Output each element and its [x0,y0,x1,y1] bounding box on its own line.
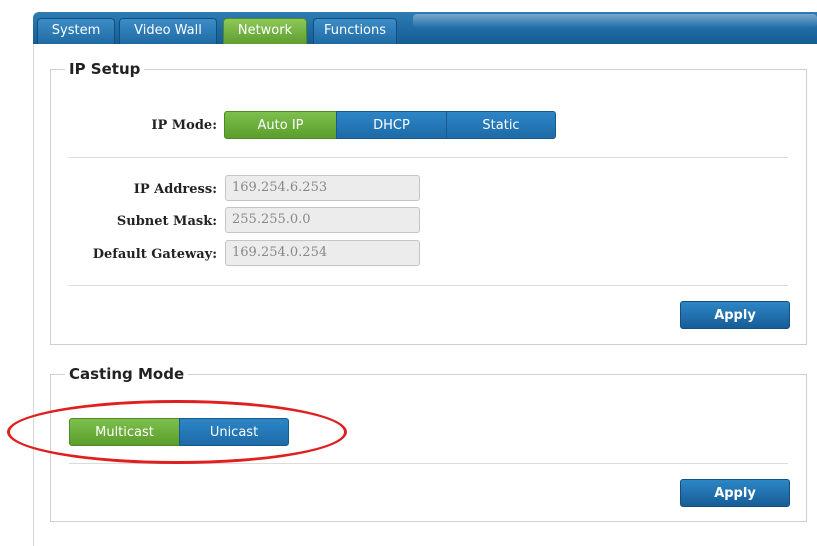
tab-system[interactable]: System [37,18,115,44]
subnet-mask-field[interactable]: 255.255.0.0 [225,207,420,233]
ip-setup-legend: IP Setup [65,57,145,81]
ip-address-label: IP Address: [133,182,217,197]
ip-apply-button[interactable]: Apply [680,301,790,329]
tab-video-wall[interactable]: Video Wall [119,18,217,44]
tab-functions[interactable]: Functions [313,18,397,44]
tab-network[interactable]: Network [223,18,307,44]
divider [69,157,788,158]
dhcp-button[interactable]: DHCP [336,111,447,139]
ip-setup-group: IP Setup IP Mode: Auto IP DHCP Static IP… [50,57,807,345]
subnet-mask-label: Subnet Mask: [116,214,217,229]
default-gateway-label: Default Gateway: [92,247,217,262]
casting-apply-button[interactable]: Apply [680,479,790,507]
left-border [33,44,34,546]
static-button[interactable]: Static [446,111,556,139]
default-gateway-field[interactable]: 169.254.0.254 [225,240,420,266]
highlight-ellipse [7,400,347,464]
casting-mode-legend: Casting Mode [65,362,189,386]
auto-ip-button[interactable]: Auto IP [224,111,337,139]
divider [69,285,788,286]
ip-mode-label: IP Mode: [151,118,217,133]
ip-address-field[interactable]: 169.254.6.253 [225,175,420,201]
tab-bar: System Video Wall Network Functions [33,12,817,44]
